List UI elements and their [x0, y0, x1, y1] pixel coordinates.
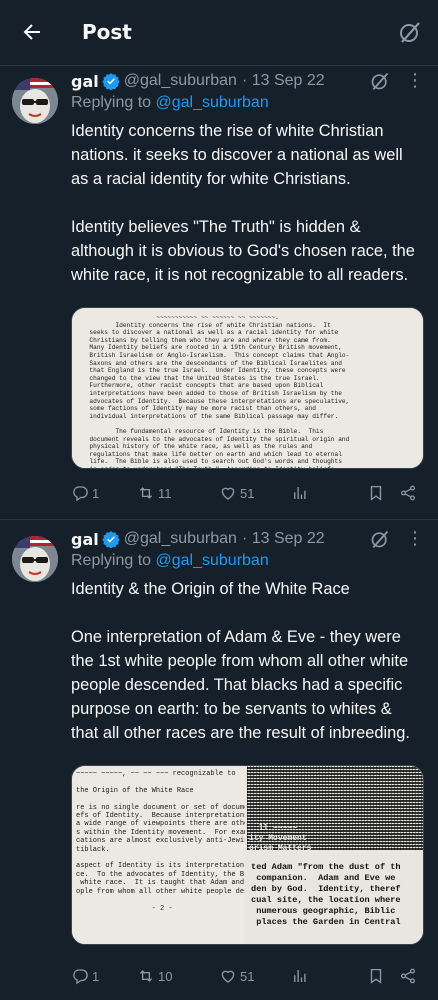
tweet-paragraph: Identity & the Origin of the White Race: [71, 580, 350, 598]
tweet[interactable]: gal @gal_suburban · 13 Sep 22 ⋮ Replying…: [0, 519, 438, 1000]
top-bar: Post: [0, 0, 438, 66]
reply-icon: [73, 969, 88, 985]
avatar[interactable]: [12, 78, 58, 124]
tweet-paragraph: Identity concerns the rise of white Chri…: [71, 122, 403, 188]
repost-count: 11: [158, 485, 172, 501]
document-scan-text: ted Adam "from the dust of th companion.…: [251, 862, 401, 927]
bookmark-button[interactable]: [367, 484, 385, 502]
tweet-header: gal @gal_suburban · 13 Sep 22: [71, 68, 325, 94]
timestamp[interactable]: · 13 Sep 22: [242, 530, 325, 548]
display-name[interactable]: gal: [71, 72, 99, 91]
share-icon: [400, 968, 416, 984]
tweet-image-right[interactable]: ll ~~~~~ ity Movement orism Matters ted …: [247, 766, 423, 944]
views-button[interactable]: [291, 967, 312, 985]
reply-count: 1: [92, 968, 100, 984]
grok-icon[interactable]: [370, 71, 390, 91]
share-button[interactable]: [399, 484, 417, 502]
replying-handle-link[interactable]: @gal_suburban: [156, 94, 269, 111]
reply-count: 1: [92, 485, 100, 501]
grok-icon[interactable]: [370, 529, 390, 549]
tweet-text: Identity concerns the rise of white Chri…: [71, 119, 421, 287]
timestamp[interactable]: · 13 Sep 22: [242, 72, 325, 90]
page-title: Post: [82, 20, 132, 44]
like-count: 51: [240, 485, 255, 501]
more-dots-icon[interactable]: ⋮: [406, 71, 424, 91]
bookmark-icon: [370, 968, 382, 984]
like-count: 51: [240, 968, 255, 984]
repost-button[interactable]: 11: [137, 484, 172, 502]
document-scan-text: ~~~~~~~~~~~ ~~ ~~~~~~ ~~ ~~~~~~~. Identi…: [72, 308, 423, 468]
action-bar: 1 11 51: [71, 484, 421, 506]
display-name[interactable]: gal: [71, 530, 99, 549]
tweet-image-left[interactable]: ~~~~~ ~~~~~, ~~ ~~ ~~~ recognizable to t…: [72, 766, 246, 944]
tweet-paragraph: One interpretation of Adam & Eve - they …: [71, 628, 410, 742]
repost-button[interactable]: 10: [137, 967, 172, 985]
handle[interactable]: @gal_suburban: [124, 72, 237, 90]
bookmark-button[interactable]: [367, 967, 385, 985]
views-button[interactable]: [291, 484, 312, 502]
avatar[interactable]: [12, 536, 58, 582]
tweet-text: Identity & the Origin of the White Race …: [71, 577, 421, 745]
heart-icon: [221, 970, 235, 983]
tweet-paragraph: Identity believes "The Truth" is hidden …: [71, 218, 415, 284]
verified-badge-icon: [102, 73, 120, 90]
replying-to: Replying to @gal_suburban: [71, 94, 269, 112]
replying-prefix: Replying to: [71, 552, 152, 569]
share-icon: [400, 485, 416, 501]
share-button[interactable]: [399, 967, 417, 985]
more-dots-icon[interactable]: ⋮: [406, 529, 424, 549]
like-button[interactable]: 51: [219, 484, 254, 502]
reply-icon: [73, 486, 88, 502]
verified-badge-icon: [102, 531, 120, 548]
action-bar: 1 10 51: [71, 967, 421, 989]
tweet-image[interactable]: ~~~~~~~~~~~ ~~ ~~~~~~ ~~ ~~~~~~~. Identi…: [71, 307, 424, 469]
reply-button[interactable]: 1: [71, 967, 99, 985]
document-scan-heading: ll ~~~~~ ity Movement orism Matters: [249, 824, 312, 853]
views-icon: [294, 970, 306, 982]
tweet-image-grid: ~~~~~ ~~~~~, ~~ ~~ ~~~ recognizable to t…: [71, 765, 424, 945]
handle[interactable]: @gal_suburban: [124, 530, 237, 548]
tweet-header: gal @gal_suburban · 13 Sep 22: [71, 526, 325, 552]
replying-to: Replying to @gal_suburban: [71, 552, 269, 570]
arrow-left-icon[interactable]: [20, 20, 44, 44]
reply-button[interactable]: 1: [71, 484, 99, 502]
repost-icon: [139, 487, 153, 499]
repost-count: 10: [158, 968, 173, 984]
replying-prefix: Replying to: [71, 94, 152, 111]
replying-handle-link[interactable]: @gal_suburban: [156, 552, 269, 569]
views-icon: [294, 487, 306, 499]
tweet[interactable]: gal @gal_suburban · 13 Sep 22 ⋮ Replying…: [0, 66, 438, 519]
grok-icon[interactable]: [398, 20, 422, 44]
repost-icon: [139, 970, 153, 982]
heart-icon: [221, 487, 235, 500]
like-button[interactable]: 51: [219, 967, 254, 985]
bookmark-icon: [370, 485, 382, 501]
